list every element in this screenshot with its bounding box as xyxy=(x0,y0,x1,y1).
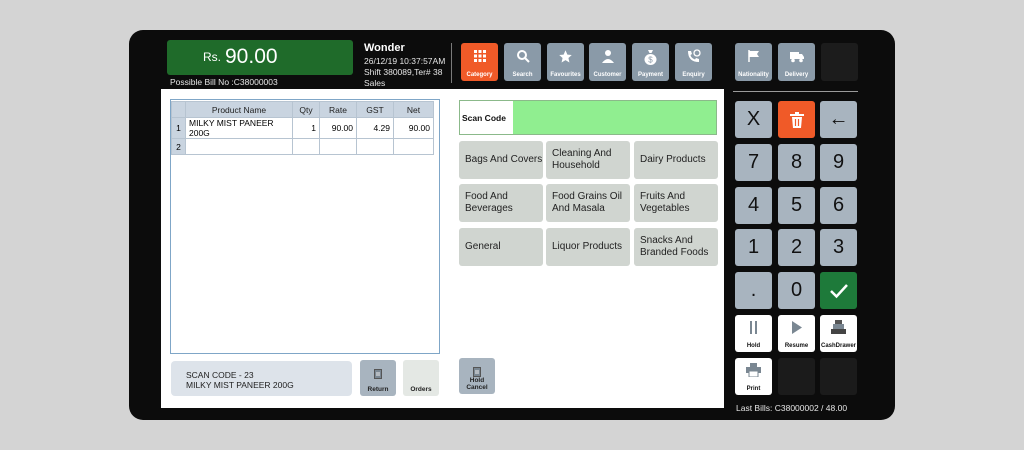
cell-net: 90.00 xyxy=(393,117,434,139)
enter-key[interactable] xyxy=(820,272,857,309)
grid-header-row: Product Name Qty Rate GST Net xyxy=(171,101,434,118)
last-bills-info: Last Bills: C38000002 / 48.00 xyxy=(736,403,848,413)
total-amount: 90.00 xyxy=(225,45,278,68)
star-icon xyxy=(547,49,584,65)
table-row[interactable]: 1 MILKY MIST PANEER 200G 1 90.00 4.29 90… xyxy=(171,117,434,139)
search-icon xyxy=(504,49,541,65)
cell-rate: 90.00 xyxy=(319,117,357,139)
delivery-button[interactable]: Delivery xyxy=(778,43,815,81)
favourites-button[interactable]: Favourites xyxy=(547,43,584,81)
divider xyxy=(733,91,858,92)
nationality-button[interactable]: Nationality xyxy=(735,43,772,81)
disabled-function-button xyxy=(778,358,815,395)
cell-gst xyxy=(356,138,394,155)
cash-register-icon xyxy=(831,320,846,334)
column-header[interactable]: Qty xyxy=(292,101,320,118)
scan-code-label: Scan Code xyxy=(462,113,506,123)
column-header[interactable]: Net xyxy=(393,101,434,118)
category-food-grains-oil-and-masala[interactable]: Food Grains Oil And Masala xyxy=(546,184,630,222)
key-8[interactable]: 8 xyxy=(778,144,815,181)
category-general[interactable]: General xyxy=(459,228,543,266)
print-button[interactable]: Print xyxy=(735,358,772,395)
category-cleaning-and-household[interactable]: Cleaning And Household xyxy=(546,141,630,179)
column-header[interactable]: GST xyxy=(356,101,394,118)
cell-rate xyxy=(319,138,357,155)
money-bag-icon: $ xyxy=(632,49,669,65)
mode-label: Sales xyxy=(364,78,386,88)
currency-label: Rs. xyxy=(203,50,221,64)
column-header[interactable]: Rate xyxy=(319,101,357,118)
customer-button[interactable]: Customer xyxy=(589,43,626,81)
cell-qty xyxy=(292,138,320,155)
disabled-function-button xyxy=(820,358,857,395)
key-3[interactable]: 3 xyxy=(820,229,857,266)
svg-text:$: $ xyxy=(648,56,653,65)
hold-button[interactable]: Hold xyxy=(735,315,772,352)
store-name: Wonder xyxy=(364,42,405,54)
shift-info: Shift 380089,Ter# 38 xyxy=(364,67,443,77)
phone-icon xyxy=(675,49,712,65)
enquiry-button[interactable]: Enquiry xyxy=(675,43,712,81)
trash-icon xyxy=(789,111,804,128)
key-0[interactable]: 0 xyxy=(778,272,815,309)
key-2[interactable]: 2 xyxy=(778,229,815,266)
printer-icon xyxy=(746,363,761,377)
cell-net xyxy=(393,138,434,155)
key-6[interactable]: 6 xyxy=(820,187,857,224)
check-icon xyxy=(829,283,848,298)
category-button[interactable]: Category xyxy=(461,43,498,81)
category-food-and-beverages[interactable]: Food And Beverages xyxy=(459,184,543,222)
scan-code-input[interactable] xyxy=(513,101,716,134)
category-liquor-products[interactable]: Liquor Products xyxy=(546,228,630,266)
cell-qty: 1 xyxy=(292,117,320,139)
column-header[interactable]: Product Name xyxy=(185,101,293,118)
backspace-key[interactable]: ← xyxy=(820,101,857,138)
hold-cancel-button[interactable]: Hold Cancel xyxy=(459,358,495,394)
divider xyxy=(451,43,452,83)
key-1[interactable]: 1 xyxy=(735,229,772,266)
orders-button[interactable]: Orders xyxy=(403,360,439,396)
row-number: 2 xyxy=(171,138,186,155)
key-9[interactable]: 9 xyxy=(820,144,857,181)
key-5[interactable]: 5 xyxy=(778,187,815,224)
delete-key[interactable] xyxy=(778,101,815,138)
bill-grid: Product Name Qty Rate GST Net 1 MILKY MI… xyxy=(171,101,434,155)
category-snacks-and-branded-foods[interactable]: Snacks And Branded Foods xyxy=(634,228,718,266)
key-4[interactable]: 4 xyxy=(735,187,772,224)
payment-button[interactable]: $ Payment xyxy=(632,43,669,81)
flag-icon xyxy=(735,49,772,65)
disabled-toolbar-button xyxy=(821,43,858,81)
pause-icon xyxy=(750,321,757,334)
row-number: 1 xyxy=(171,117,186,139)
category-dairy-products[interactable]: Dairy Products xyxy=(634,141,718,179)
table-row[interactable]: 2 xyxy=(171,138,434,155)
total-amount-display: Rs. 90.00 xyxy=(167,40,353,75)
cell-product-name: MILKY MIST PANEER 200G xyxy=(185,117,293,139)
play-icon xyxy=(792,321,802,334)
message-line-2: MILKY MIST PANEER 200G xyxy=(186,380,294,390)
key-7[interactable]: 7 xyxy=(735,144,772,181)
message-line-1: SCAN CODE - 23 xyxy=(186,370,254,380)
grid-icon xyxy=(461,49,498,65)
cashdrawer-button[interactable]: CashDrawer xyxy=(820,315,857,352)
search-button[interactable]: Search xyxy=(504,43,541,81)
possible-bill-number: Possible Bill No :C38000003 xyxy=(170,77,278,87)
scan-message: SCAN CODE - 23 MILKY MIST PANEER 200G xyxy=(171,361,352,396)
document-icon xyxy=(374,369,382,379)
datetime: 26/12/19 10:37:57AM xyxy=(364,56,446,66)
corner-cell xyxy=(171,101,186,118)
return-button[interactable]: Return xyxy=(360,360,396,396)
clear-key[interactable]: X xyxy=(735,101,772,138)
resume-button[interactable]: Resume xyxy=(778,315,815,352)
category-bags-and-covers[interactable]: Bags And Covers xyxy=(459,141,543,179)
document-icon xyxy=(473,367,481,377)
key-decimal[interactable]: . xyxy=(735,272,772,309)
truck-icon xyxy=(778,49,815,65)
cell-gst: 4.29 xyxy=(356,117,394,139)
cell-product-name xyxy=(185,138,293,155)
category-fruits-and-vegetables[interactable]: Fruits And Vegetables xyxy=(634,184,718,222)
person-icon xyxy=(589,49,626,65)
